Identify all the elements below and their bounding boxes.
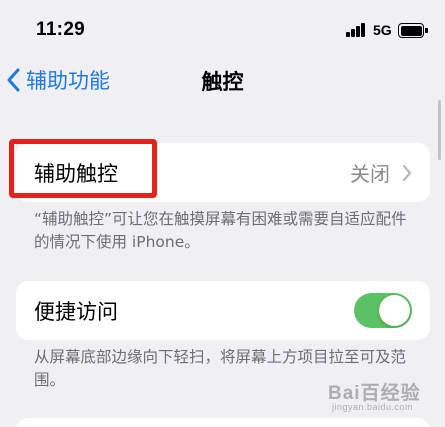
back-button-label: 辅助功能 — [26, 69, 110, 93]
reachability-label: 便捷访问 — [34, 299, 118, 324]
chevron-left-icon — [7, 68, 20, 92]
scrollbar[interactable] — [438, 100, 441, 160]
status-time: 11:29 — [36, 19, 86, 40]
battery-icon — [398, 23, 428, 38]
page-title-text: 触控 — [201, 70, 244, 94]
next-settings-group — [16, 418, 430, 427]
toggle-knob — [379, 295, 410, 326]
assistive-touch-group: 辅助触控 关闭 — [16, 143, 430, 202]
status-bar: 11:29 5G — [0, 0, 445, 56]
network-type: 5G — [373, 22, 392, 38]
watermark-subtext: jingyan.baidu.com — [332, 402, 414, 412]
back-button[interactable]: 辅助功能 — [6, 64, 110, 96]
reachability-toggle[interactable] — [354, 293, 412, 328]
navigation-bar: 触控 辅助功能 — [0, 56, 445, 104]
assistive-touch-row[interactable]: 辅助触控 关闭 — [16, 143, 430, 202]
reachability-row: 便捷访问 — [16, 281, 430, 340]
chevron-right-icon — [402, 164, 412, 181]
assistive-touch-footer: “辅助触控”可让您在触摸屏幕有困难或需要自适应配件的情况下使用 iPhone。 — [34, 210, 407, 251]
baidu-jingyan-watermark: Bai百经验 jingyan.baidu.com — [328, 374, 443, 418]
assistive-touch-label: 辅助触控 — [34, 161, 118, 186]
assistive-touch-value: 关闭 — [350, 162, 390, 186]
watermark-text: Bai百经验 — [328, 383, 421, 404]
reachability-group: 便捷访问 — [16, 281, 430, 340]
cellular-signal-icon — [346, 23, 366, 37]
